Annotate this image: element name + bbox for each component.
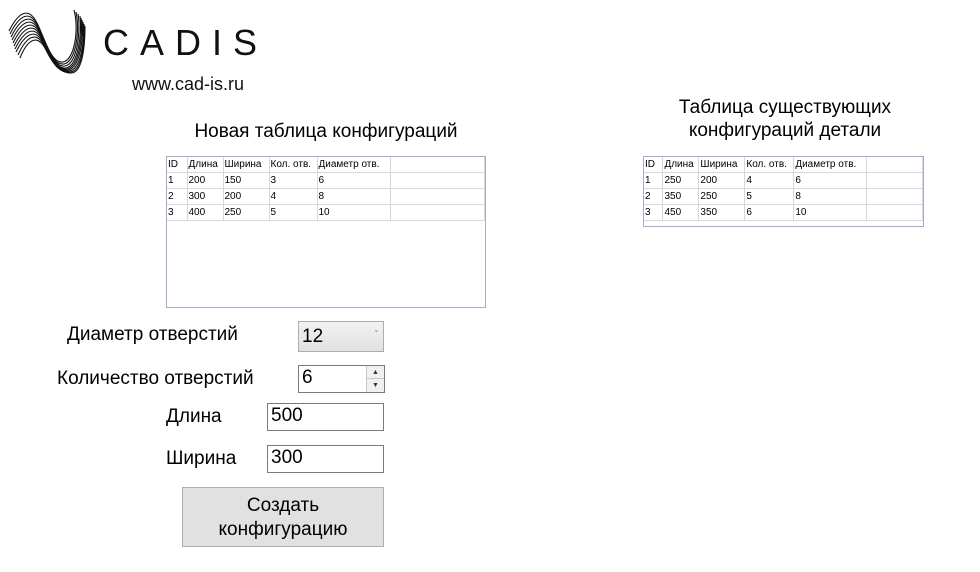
cell[interactable]: 250	[698, 188, 746, 205]
filler-cell	[390, 188, 485, 205]
width-label: Ширина	[166, 448, 237, 469]
new-table-caption: Новая таблица конфигураций	[194, 121, 458, 142]
cell[interactable]: 1	[644, 172, 664, 189]
diameter-select[interactable]: 12 ˇ	[298, 321, 384, 352]
cell[interactable]: 400	[187, 204, 224, 221]
cadis-logo-icon	[8, 9, 86, 74]
table-row[interactable]: 1 250 200 4 6	[644, 172, 923, 189]
filler-cell	[390, 204, 485, 221]
stepper-up-icon[interactable]: ▲	[367, 366, 384, 379]
table-row[interactable]: 1 200 150 3 6	[167, 172, 485, 189]
length-input[interactable]: 500	[267, 403, 384, 431]
cell[interactable]: 200	[223, 188, 270, 205]
column-header-filler	[866, 157, 923, 173]
cell[interactable]: 350	[698, 204, 746, 221]
logo-name: CADIS	[103, 22, 269, 63]
grid-header-row: ID Длина Ширина Кол. отв. Диаметр отв.	[167, 157, 485, 173]
column-header-width[interactable]: Ширина	[223, 157, 270, 173]
width-input[interactable]: 300	[267, 445, 384, 473]
cell[interactable]: 1	[167, 172, 188, 189]
cell[interactable]: 5	[269, 204, 318, 221]
table-row[interactable]: 2 350 250 5 8	[644, 188, 923, 205]
cell[interactable]: 250	[662, 172, 700, 189]
column-header-filler	[390, 157, 485, 173]
cell[interactable]: 2	[167, 188, 188, 205]
table-row[interactable]: 3 450 350 6 10	[644, 204, 923, 221]
cell[interactable]: 10	[317, 204, 391, 221]
table-row[interactable]: 2 300 200 4 8	[167, 188, 485, 205]
stepper-buttons: ▲ ▼	[366, 366, 384, 392]
column-header-length[interactable]: Длина	[187, 157, 224, 173]
cell[interactable]: 4	[269, 188, 318, 205]
column-header-width[interactable]: Ширина	[698, 157, 746, 173]
hole-count-stepper[interactable]: 6 ▲ ▼	[298, 365, 385, 393]
column-header-hole-count[interactable]: Кол. отв.	[744, 157, 795, 173]
table-row[interactable]: 3 400 250 5 10	[167, 204, 485, 221]
cell[interactable]: 6	[793, 172, 868, 189]
cell[interactable]: 8	[793, 188, 868, 205]
new-config-grid[interactable]: ID Длина Ширина Кол. отв. Диаметр отв. 1…	[166, 156, 486, 308]
cell[interactable]: 6	[317, 172, 391, 189]
column-header-hole-count[interactable]: Кол. отв.	[269, 157, 318, 173]
grid-header-row: ID Длина Ширина Кол. отв. Диаметр отв.	[644, 157, 923, 173]
column-header-id[interactable]: ID	[644, 157, 664, 173]
width-input-value: 300	[271, 447, 303, 468]
cell[interactable]: 10	[793, 204, 868, 221]
existing-table-caption: Таблица существующих конфигураций детали	[678, 97, 892, 141]
cell[interactable]: 3	[269, 172, 318, 189]
hole-count-value: 6	[302, 367, 313, 388]
cell[interactable]: 250	[223, 204, 270, 221]
filler-cell	[866, 188, 923, 205]
cell[interactable]: 150	[223, 172, 270, 189]
cell[interactable]: 200	[187, 172, 224, 189]
existing-config-grid[interactable]: ID Длина Ширина Кол. отв. Диаметр отв. 1…	[643, 156, 924, 227]
length-input-value: 500	[271, 405, 303, 426]
filler-cell	[866, 204, 923, 221]
cell[interactable]: 450	[662, 204, 700, 221]
cell[interactable]: 200	[698, 172, 746, 189]
cell[interactable]: 2	[644, 188, 664, 205]
stepper-down-icon[interactable]: ▼	[367, 379, 384, 392]
cell[interactable]: 3	[644, 204, 664, 221]
cell[interactable]: 8	[317, 188, 391, 205]
hole-count-label: Количество отверстий	[57, 368, 254, 389]
length-label: Длина	[166, 406, 222, 427]
filler-cell	[866, 172, 923, 189]
diameter-select-value: 12	[302, 326, 324, 347]
create-configuration-button[interactable]: Создать конфигурацию	[182, 487, 384, 547]
chevron-down-icon[interactable]: ˇ	[375, 329, 378, 339]
logo-url: www.cad-is.ru	[132, 74, 245, 94]
cell[interactable]: 6	[744, 204, 795, 221]
column-header-hole-diameter[interactable]: Диаметр отв.	[793, 157, 868, 173]
cell[interactable]: 3	[167, 204, 188, 221]
filler-cell	[390, 172, 485, 189]
cell[interactable]: 4	[744, 172, 795, 189]
column-header-length[interactable]: Длина	[662, 157, 700, 173]
column-header-hole-diameter[interactable]: Диаметр отв.	[317, 157, 391, 173]
cell[interactable]: 350	[662, 188, 700, 205]
column-header-id[interactable]: ID	[167, 157, 188, 173]
diameter-label: Диаметр отверстий	[67, 324, 238, 345]
cell[interactable]: 300	[187, 188, 224, 205]
cell[interactable]: 5	[744, 188, 795, 205]
